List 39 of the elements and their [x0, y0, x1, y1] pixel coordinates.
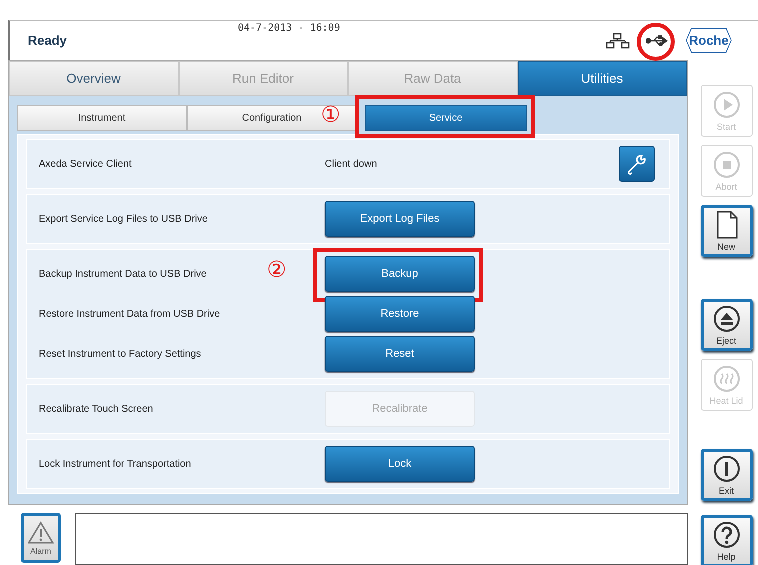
side-button[interactable]: New	[700, 205, 752, 257]
setting-label: Backup Instrument Data to USB Drive	[39, 268, 207, 280]
action-button[interactable]: Export Log Files	[325, 201, 475, 237]
status-text: Ready	[28, 33, 68, 48]
setting-label: Lock Instrument for Transportation	[39, 458, 192, 470]
help-icon	[712, 520, 740, 548]
warning-icon	[28, 520, 54, 544]
power-icon	[712, 454, 740, 482]
action-button[interactable]: Backup	[325, 256, 475, 292]
company-logo: Roche	[686, 28, 732, 54]
setting-label: Reset Instrument to Factory Settings	[39, 348, 202, 360]
alarm-button[interactable]: Alarm	[21, 513, 61, 563]
side-button[interactable]: Help	[700, 515, 752, 565]
stop-icon	[712, 150, 740, 178]
callout-number: ①	[321, 103, 341, 128]
action-button[interactable]: Reset	[325, 336, 475, 372]
callout-number: ②	[267, 258, 287, 283]
action-button[interactable]: Restore	[325, 296, 475, 332]
usb-icon	[646, 34, 668, 46]
status-value: Client down	[325, 158, 378, 170]
play-icon	[712, 90, 740, 118]
date-time: 04-7-2013 - 16:09	[238, 23, 342, 34]
setting-label: Axeda Service Client	[39, 158, 132, 170]
wrench-icon	[626, 153, 648, 175]
sub-tab[interactable]: Service	[365, 105, 527, 131]
heat-icon	[712, 364, 740, 392]
document-icon	[716, 210, 738, 238]
network-icon	[606, 32, 630, 48]
wrench-button[interactable]	[619, 146, 655, 182]
side-button[interactable]: Eject	[700, 299, 752, 351]
setting-label: Recalibrate Touch Screen	[39, 404, 154, 414]
setting-label: Export Service Log Files to USB Drive	[39, 214, 208, 224]
main-tab[interactable]: Utilities	[518, 61, 687, 96]
eject-icon	[712, 304, 740, 332]
sub-tab[interactable]: Instrument	[17, 105, 187, 131]
main-tab[interactable]: Overview	[9, 61, 178, 96]
action-button[interactable]: Lock	[325, 446, 475, 482]
setting-label: Restore Instrument Data from USB Drive	[39, 308, 220, 320]
side-button[interactable]: Exit	[700, 449, 752, 501]
